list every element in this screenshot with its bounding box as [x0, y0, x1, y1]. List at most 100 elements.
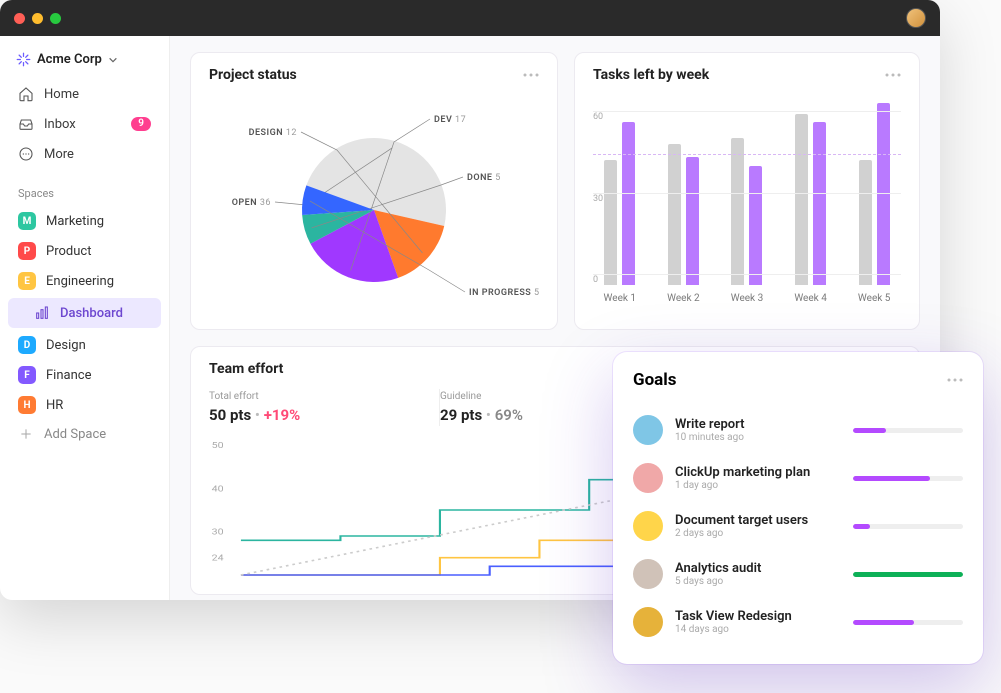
goal-row[interactable]: Document target users 2 days ago [633, 502, 963, 550]
bar-group [788, 95, 834, 285]
bar-group [661, 95, 707, 285]
goal-time: 2 days ago [675, 528, 841, 539]
bar-group [724, 95, 770, 285]
pie-label: OPEN 36 [232, 198, 271, 208]
pie-label: DONE 5 [467, 173, 501, 183]
pie-label: IN PROGRESS 5 [469, 288, 539, 298]
goal-row[interactable]: Write report 10 minutes ago [633, 406, 963, 454]
bar [859, 160, 872, 285]
metric: Total effort 50 pts • +19% [209, 389, 440, 426]
goal-avatar [633, 559, 663, 589]
tasks-left-card: Tasks left by week 03060 Week 1Week 2Wee… [574, 52, 920, 330]
goal-time: 14 days ago [675, 624, 841, 635]
bar [749, 166, 762, 285]
y-gridline: 0 [593, 274, 901, 285]
goal-avatar [633, 607, 663, 637]
space-chip: P [18, 242, 36, 260]
nav-home[interactable]: Home [8, 79, 161, 109]
goal-row[interactable]: Analytics audit 5 days ago [633, 550, 963, 598]
inbox-icon [18, 116, 34, 132]
goal-name: Document target users [675, 513, 841, 528]
chevron-down-icon [108, 55, 118, 65]
pie-label: DEV 17 [434, 115, 466, 125]
bar [813, 122, 826, 285]
space-label: HR [46, 398, 63, 413]
goal-avatar [633, 463, 663, 493]
space-label: Finance [46, 368, 91, 383]
nav-more[interactable]: More [8, 139, 161, 169]
pie-label: DESIGN 12 [249, 128, 297, 138]
space-item-engineering[interactable]: E Engineering [8, 266, 161, 296]
space-item-finance[interactable]: FFinance [8, 360, 161, 390]
home-icon [18, 86, 34, 102]
goal-progress [853, 524, 963, 529]
space-label: Engineering [46, 274, 114, 289]
add-space-button[interactable]: Add Space [8, 420, 161, 448]
workspace-switcher[interactable]: Acme Corp [8, 48, 161, 79]
space-item-hr[interactable]: H HR [8, 390, 161, 420]
dashboard-link[interactable]: Dashboard [8, 298, 161, 328]
space-item-design[interactable]: D Design [8, 330, 161, 360]
card-more-icon[interactable] [885, 73, 901, 77]
goal-progress [853, 428, 963, 433]
nav-inbox[interactable]: Inbox 9 [8, 109, 161, 139]
svg-text:50: 50 [212, 441, 224, 450]
goal-name: Task View Redesign [675, 609, 841, 624]
plus-icon [18, 426, 34, 442]
goal-avatar [633, 511, 663, 541]
more-icon [18, 146, 34, 162]
y-gridline: 60 [593, 111, 901, 122]
svg-text:40: 40 [212, 485, 224, 494]
space-chip: H [18, 396, 36, 414]
goal-time: 10 minutes ago [675, 432, 841, 443]
project-status-title: Project status [209, 67, 297, 83]
bar-group [597, 95, 643, 285]
logo-icon [16, 52, 31, 67]
bar-x-label: Week 3 [724, 293, 770, 304]
space-chip: E [18, 272, 36, 290]
maximize-icon[interactable] [50, 13, 61, 24]
project-status-pie: OPEN 36 DESIGN 12 DEV 17 DONE 5 IN PROGRESS … [209, 95, 539, 315]
dashboard-label: Dashboard [60, 306, 123, 321]
traffic-lights [14, 13, 61, 24]
goal-row[interactable]: Task View Redesign 14 days ago [633, 598, 963, 646]
goal-name: Write report [675, 417, 841, 432]
space-label: Marketing [46, 214, 104, 229]
goal-progress [853, 476, 963, 481]
goals-title: Goals [633, 370, 677, 390]
metric-label: Total effort [209, 391, 421, 402]
goal-progress [853, 620, 963, 625]
goal-progress [853, 572, 963, 577]
goal-row[interactable]: ClickUp marketing plan 1 day ago [633, 454, 963, 502]
space-label: Design [46, 338, 86, 353]
bar-x-label: Week 5 [851, 293, 897, 304]
goal-name: Analytics audit [675, 561, 841, 576]
nav-home-label: Home [44, 87, 79, 102]
space-item-marketing[interactable]: M Marketing [8, 206, 161, 236]
close-icon[interactable] [14, 13, 25, 24]
add-space-label: Add Space [44, 427, 106, 442]
team-effort-title: Team effort [209, 361, 283, 377]
space-chip: D [18, 336, 36, 354]
card-more-icon[interactable] [947, 378, 963, 382]
tasks-left-bars: 03060 [593, 95, 901, 285]
goal-time: 5 days ago [675, 576, 841, 587]
card-more-icon[interactable] [523, 73, 539, 77]
spaces-section-label: Spaces [8, 169, 161, 206]
bar [604, 160, 617, 285]
tasks-left-title: Tasks left by week [593, 67, 709, 83]
nav-inbox-label: Inbox [44, 117, 76, 132]
reference-line [593, 154, 901, 155]
user-avatar[interactable] [906, 8, 926, 28]
bar [668, 144, 681, 285]
bar-x-label: Week 1 [597, 293, 643, 304]
space-label: Product [46, 244, 91, 259]
inbox-count-badge: 9 [131, 117, 151, 131]
project-status-card: Project status OPEN 36 DESIGN 12 DEV 17 DON… [190, 52, 558, 330]
bar-x-label: Week 4 [788, 293, 834, 304]
bar [622, 122, 635, 285]
minimize-icon[interactable] [32, 13, 43, 24]
space-chip: M [18, 212, 36, 230]
space-item-product[interactable]: P Product [8, 236, 161, 266]
bar [686, 157, 699, 285]
